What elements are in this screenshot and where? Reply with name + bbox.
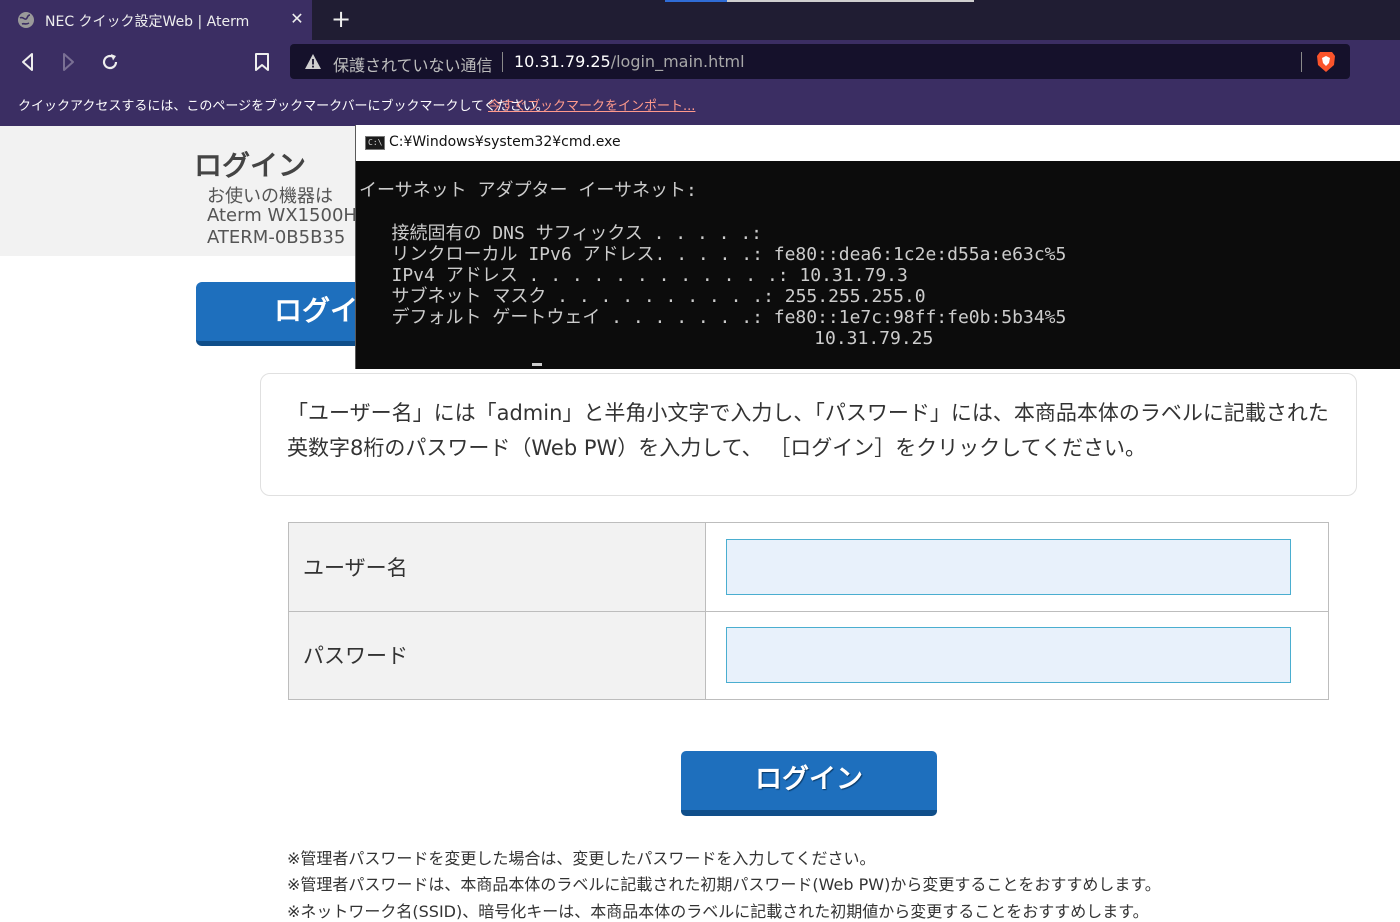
table-row: パスワード [288, 610, 1329, 700]
cmd-output[interactable]: イーサネット アダプター イーサネット: 接続固有の DNS サフィックス . … [356, 161, 1400, 369]
tab-strip-indicator [665, 0, 727, 2]
divider [502, 52, 503, 72]
brave-shield-icon[interactable] [1316, 51, 1336, 73]
username-input[interactable] [726, 538, 1291, 595]
cmd-output-line: イーサネット アダプター イーサネット: [359, 180, 697, 201]
globe-icon [18, 12, 34, 28]
divider [1301, 52, 1302, 72]
cmd-window-icon: C:\ [365, 136, 385, 150]
import-bookmarks-link[interactable]: 今すぐブックマークをインポート... [488, 95, 695, 114]
password-input[interactable] [726, 627, 1291, 684]
url-host: 10.31.79.25 [514, 52, 611, 71]
cmd-window-title: C:¥Windows¥system32¥cmd.exe [389, 134, 621, 150]
password-label: パスワード [288, 610, 706, 700]
table-row: ユーザー名 [288, 522, 1329, 612]
browser-toolbar: 保護されていない通信 10.31.79.25/login_main.html [0, 40, 1400, 84]
device-name: ATERM-0B5B35 [207, 227, 346, 248]
reload-icon[interactable] [99, 51, 121, 73]
bookmark-bar: クイックアクセスするには、このページをブックマークバーにブックマークしてください… [0, 84, 1400, 126]
note-item: ※管理者パスワードを変更した場合は、変更したパスワードを入力してください。 [287, 849, 876, 868]
username-label: ユーザー名 [288, 522, 706, 612]
cmd-output-line: 10.31.79.25 [359, 328, 934, 349]
cmd-output-line: IPv4 アドレス . . . . . . . . . . . .: 10.31… [359, 265, 908, 286]
login-button[interactable]: ログイン [681, 751, 937, 816]
url-text[interactable]: 10.31.79.25/login_main.html [514, 52, 745, 71]
address-bar[interactable]: 保護されていない通信 10.31.79.25/login_main.html [290, 44, 1350, 79]
security-status[interactable]: 保護されていない通信 [333, 52, 493, 76]
page-title: ログイン [194, 149, 307, 182]
login-form-table: ユーザー名 パスワード [288, 522, 1329, 700]
bookmark-bar-message: クイックアクセスするには、このページをブックマークバーにブックマークしてください… [18, 99, 549, 114]
username-cell [705, 522, 1329, 612]
cmd-output-line: 接続固有の DNS サフィックス . . . . .: [359, 223, 763, 244]
device-model: Aterm WX1500H [207, 205, 357, 226]
cmd-output-line: デフォルト ゲートウェイ . . . . . . .: fe80::1e7c:9… [359, 307, 1067, 328]
cmd-output-line: リンクローカル IPv6 アドレス. . . . .: fe80::dea6:1… [359, 244, 1067, 265]
cmd-window[interactable]: C:\ C:¥Windows¥system32¥cmd.exe イーサネット ア… [355, 125, 1400, 369]
cmd-titlebar[interactable]: C:\ C:¥Windows¥system32¥cmd.exe [356, 125, 1400, 161]
warning-icon[interactable] [304, 53, 322, 71]
back-icon[interactable] [17, 51, 39, 73]
browser-tab-active[interactable]: NEC クイック設定Web | Aterm ✕ [0, 0, 312, 40]
bookmark-icon[interactable] [251, 51, 273, 73]
instruction-box: 「ユーザー名」には「admin」と半角小文字で入力し、「パスワード」には、本商品… [260, 373, 1357, 496]
tab-strip-indicator [727, 0, 974, 2]
new-tab-button[interactable]: + [329, 6, 353, 32]
forward-icon[interactable] [57, 51, 79, 73]
cmd-icon-text: C:\ [368, 138, 383, 147]
tab-strip: NEC クイック設定Web | Aterm ✕ + [0, 0, 1400, 40]
tab-title: NEC クイック設定Web | Aterm [45, 14, 250, 30]
password-cell [705, 610, 1329, 700]
cmd-cursor [532, 363, 542, 366]
cmd-output-line: サブネット マスク . . . . . . . . . .: 255.255.2… [359, 286, 926, 307]
note-item: ※管理者パスワードは、本商品本体のラベルに記載された初期パスワード(Web PW… [287, 875, 1161, 894]
tab-close-icon[interactable]: ✕ [288, 9, 306, 29]
url-path: /login_main.html [610, 52, 745, 71]
note-item: ※ネットワーク名(SSID)、暗号化キーは、本商品本体のラベルに記載された初期値… [287, 902, 1149, 921]
